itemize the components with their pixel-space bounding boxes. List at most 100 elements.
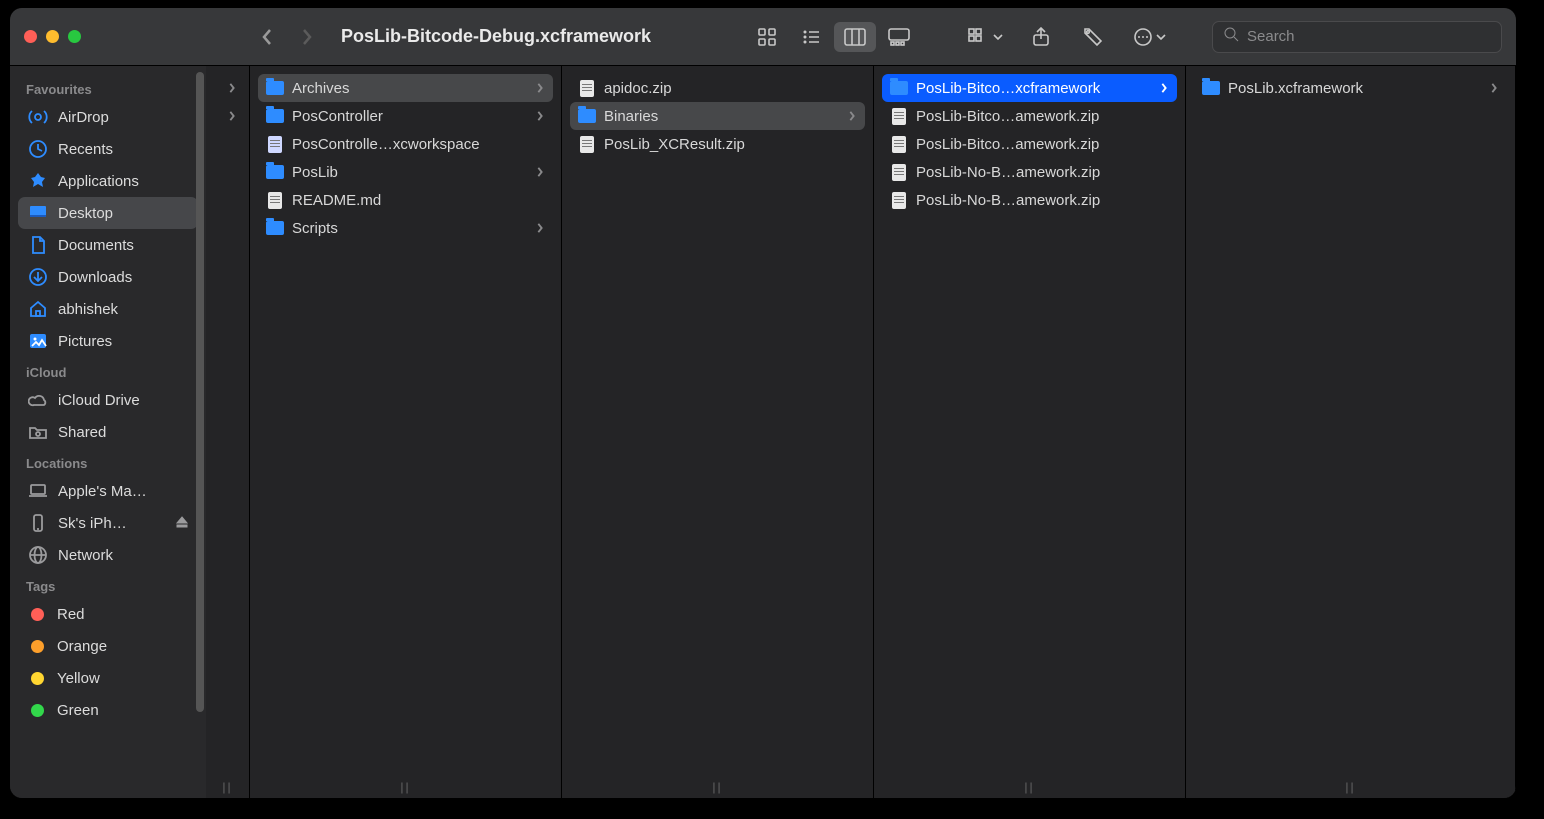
folder-icon (266, 219, 284, 237)
sidebar-item-label: iCloud Drive (58, 392, 140, 409)
sidebar-item-label: AirDrop (58, 109, 109, 126)
sidebar-item-label: Shared (58, 424, 106, 441)
sidebar-item-desktop[interactable]: Desktop (18, 197, 198, 229)
file-row[interactable]: README.md (258, 186, 553, 214)
sidebar-item-downloads[interactable]: Downloads (18, 261, 198, 293)
sidebar-item-sk-s-iph-[interactable]: Sk's iPh… (18, 507, 198, 539)
group-by-button[interactable] (960, 22, 1010, 52)
folder-icon (578, 107, 596, 125)
list-view-button[interactable] (790, 22, 832, 52)
sidebar-item-red[interactable]: Red (18, 598, 198, 630)
sidebar-item-label: Desktop (58, 205, 113, 222)
sidebar-item-yellow[interactable]: Yellow (18, 662, 198, 694)
chevron-right-icon (535, 111, 545, 121)
file-row[interactable]: PosLib-Bitco…amework.zip (882, 102, 1177, 130)
sidebar-item-green[interactable]: Green (18, 694, 198, 726)
window-body: Favourites AirDrop Recents Applications Desk… (10, 66, 1516, 798)
column-resize-handle[interactable]: || (1345, 780, 1355, 794)
icon-view-button[interactable] (746, 22, 788, 52)
file-row[interactable]: Binaries (570, 102, 865, 130)
sidebar-item-orange[interactable]: Orange (18, 630, 198, 662)
tag-color-dot (31, 672, 44, 685)
gallery-view-button[interactable] (878, 22, 920, 52)
network-icon (28, 545, 48, 565)
fullscreen-window-button[interactable] (68, 30, 81, 43)
sidebar-item-pictures[interactable]: Pictures (18, 325, 198, 357)
sidebar-item-network[interactable]: Network (18, 539, 198, 571)
action-menu-button[interactable] (1124, 22, 1174, 52)
search-field[interactable] (1212, 21, 1502, 53)
sidebar-item-airdrop[interactable]: AirDrop (18, 101, 198, 133)
file-label: PosLib-No-B…amework.zip (916, 192, 1169, 209)
sidebar-scroll-thumb[interactable] (196, 72, 204, 712)
sidebar-item-label: Red (57, 606, 85, 623)
file-row[interactable]: PosLib-Bitco…amework.zip (882, 130, 1177, 158)
eject-icon[interactable] (176, 515, 188, 532)
column-resize-handle[interactable]: || (712, 780, 722, 794)
search-input[interactable] (1247, 28, 1491, 45)
sidebar-item-icloud-drive[interactable]: iCloud Drive (18, 384, 198, 416)
sidebar-item-label: Applications (58, 173, 139, 190)
file-row[interactable]: PosLib_XCResult.zip (570, 130, 865, 158)
sidebar-item-shared[interactable]: Shared (18, 416, 198, 448)
sidebar-item-label: Yellow (57, 670, 100, 687)
file-row[interactable]: PosControlle…xcworkspace (258, 130, 553, 158)
browser-column[interactable]: PosLib-Bitco…xcframeworkPosLib-Bitco…ame… (874, 66, 1186, 798)
chevron-right-icon (227, 111, 237, 121)
column-resize-handle[interactable]: || (1024, 780, 1034, 794)
file-row[interactable]: PosLib-No-B…amework.zip (882, 158, 1177, 186)
sidebar-item-label: Orange (57, 638, 107, 655)
shared-icon (28, 422, 48, 442)
file-label: Binaries (604, 108, 839, 125)
browser-column[interactable]: apidoc.zip Binaries PosLib_XCResult.zip || (562, 66, 874, 798)
document-icon (578, 135, 596, 153)
back-button[interactable] (249, 22, 285, 52)
sidebar-item-label: abhishek (58, 301, 118, 318)
sidebar-item-recents[interactable]: Recents (18, 133, 198, 165)
document-icon (266, 191, 284, 209)
document-icon (890, 163, 908, 181)
chevron-right-icon (1489, 83, 1499, 93)
folder-icon (890, 79, 908, 97)
sidebar-section-header: iCloud (18, 357, 198, 384)
file-label: PosLib-No-B…amework.zip (916, 164, 1169, 181)
browser-column[interactable]: || (206, 66, 250, 798)
sidebar-item-label: Apple's Ma… (58, 483, 147, 500)
file-row[interactable]: PosLib (258, 158, 553, 186)
file-row[interactable]: PosController (258, 102, 553, 130)
sidebar-item-applications[interactable]: Applications (18, 165, 198, 197)
file-label: PosLib.xcframework (1228, 80, 1481, 97)
column-resize-handle[interactable]: || (400, 780, 410, 794)
file-label: README.md (292, 192, 545, 209)
sidebar-scrollbar[interactable] (196, 72, 204, 792)
file-row[interactable]: PosLib-Bitco…xcframework (882, 74, 1177, 102)
browser-column[interactable]: PosLib.xcframework || (1186, 66, 1516, 798)
sidebar-item-abhishek[interactable]: abhishek (18, 293, 198, 325)
file-row[interactable] (214, 102, 241, 130)
file-row[interactable]: Scripts (258, 214, 553, 242)
phone-icon (28, 513, 48, 533)
tags-button[interactable] (1072, 22, 1114, 52)
forward-button[interactable] (289, 22, 325, 52)
close-window-button[interactable] (24, 30, 37, 43)
sidebar-item-apple-s-ma-[interactable]: Apple's Ma… (18, 475, 198, 507)
column-resize-handle[interactable]: || (222, 780, 232, 794)
traffic-lights (24, 30, 81, 43)
file-row[interactable] (214, 74, 241, 102)
file-row[interactable]: PosLib.xcframework (1194, 74, 1507, 102)
sidebar-item-documents[interactable]: Documents (18, 229, 198, 261)
applications-icon (28, 171, 48, 191)
share-button[interactable] (1020, 22, 1062, 52)
file-row[interactable]: apidoc.zip (570, 74, 865, 102)
window-title: PosLib-Bitcode-Debug.xcframework (341, 26, 651, 47)
file-row[interactable]: Archives (258, 74, 553, 102)
home-icon (28, 299, 48, 319)
file-row[interactable]: PosLib-No-B…amework.zip (882, 186, 1177, 214)
browser-column[interactable]: ArchivesPosControllerPosControlle…xcwork… (250, 66, 562, 798)
file-label: PosLib-Bitco…amework.zip (916, 136, 1169, 153)
sidebar[interactable]: Favourites AirDrop Recents Applications Desk… (10, 66, 206, 798)
sidebar-section-header: Favourites (18, 74, 198, 101)
airdrop-icon (28, 107, 48, 127)
minimize-window-button[interactable] (46, 30, 59, 43)
column-view-button[interactable] (834, 22, 876, 52)
